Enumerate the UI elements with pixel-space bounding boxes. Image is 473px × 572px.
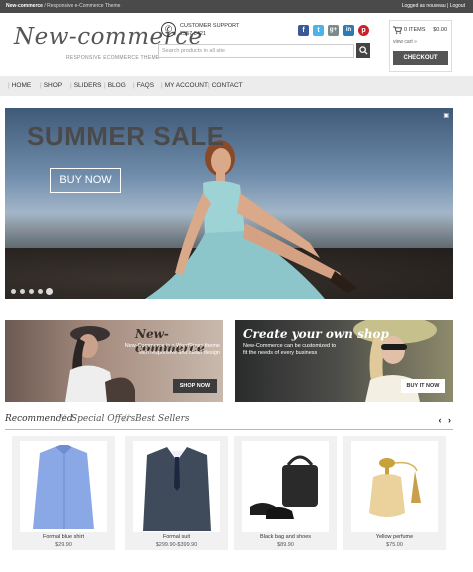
promo-title-2: Create your own shop: [243, 327, 389, 341]
promo-banner-create-shop[interactable]: Create your own shop New-Commerce can be…: [235, 320, 453, 402]
main-nav: HOME SHOP SLIDERS BLOG FAQS MY ACCOUNT C…: [0, 76, 473, 96]
nav-item-faqs[interactable]: FAQS: [133, 76, 154, 96]
product-price: $299.90-$399.90: [155, 542, 198, 548]
promo-banner-newcommerce[interactable]: New-commerce New-Commerce is a WordPress…: [5, 320, 223, 402]
tab-separator: //: [59, 414, 66, 424]
nav-item-contact[interactable]: CONTACT: [208, 76, 243, 96]
top-bar: New-commerce / Responsive e-Commerce The…: [0, 0, 473, 13]
hero-buy-now-button[interactable]: BUY NOW: [50, 168, 121, 193]
nav-item-shop[interactable]: SHOP: [40, 76, 62, 96]
phone-icon: ✆: [161, 22, 176, 37]
tab-best-sellers[interactable]: Best Sellers: [135, 414, 190, 424]
product-price: $89.90: [277, 542, 294, 548]
google-plus-icon[interactable]: g+: [328, 25, 339, 36]
nav-item-sliders[interactable]: SLIDERS: [70, 76, 102, 96]
checkout-button[interactable]: CHECKOUT: [393, 51, 448, 65]
hero-slider[interactable]: SUMMER SALE BUY NOW ▣: [5, 108, 453, 299]
product-card[interactable]: Formal suit $299.90-$399.90: [125, 436, 228, 550]
topbar-site-info: New-commerce / Responsive e-Commerce The…: [6, 0, 120, 13]
buy-it-now-button[interactable]: BUY IT NOW: [401, 379, 445, 393]
product-image[interactable]: [242, 441, 329, 532]
product-image[interactable]: [351, 441, 438, 532]
tab-separator: //: [123, 414, 130, 424]
product-tabs: Recommended // Special Offers // Best Se…: [5, 414, 453, 430]
promo-text-2: New-Commerce can be customized to fit th…: [243, 343, 337, 356]
site-tagline: RESPONSIVE ECOMMERCE THEME: [66, 55, 160, 61]
linkedin-icon[interactable]: in: [343, 25, 354, 36]
product-image[interactable]: [20, 441, 107, 532]
cart-total: $0.00: [433, 27, 447, 33]
topbar-tagline: Responsive e-Commerce Theme: [47, 3, 121, 9]
search-icon: [358, 46, 368, 55]
pinterest-icon[interactable]: p: [358, 25, 369, 36]
slider-dot-active[interactable]: [46, 288, 53, 295]
view-cart-link[interactable]: view cart »: [393, 39, 417, 45]
cart-item-count: 0 ITEMS: [404, 27, 426, 33]
cart-icon[interactable]: [393, 26, 403, 36]
product-name[interactable]: Yellow perfume: [343, 534, 446, 540]
promo-text-1: New-Commerce is a WordPress theme with r…: [124, 343, 220, 356]
slider-dot[interactable]: [20, 289, 25, 294]
product-card[interactable]: Black bag and shoes $89.90: [234, 436, 337, 550]
login-status[interactable]: Logged as nouveau | Logout: [402, 0, 465, 13]
customer-support: ✆ CUSTOMER SUPPORT 2357 8421: [161, 22, 321, 40]
chevron-right-icon[interactable]: ›: [448, 415, 451, 425]
product-price: $29.90: [55, 542, 72, 548]
hero-title: SUMMER SALE: [27, 121, 225, 151]
mini-cart: 0 ITEMS $0.00 view cart » CHECKOUT: [389, 20, 452, 72]
facebook-icon[interactable]: f: [298, 25, 309, 36]
chevron-left-icon[interactable]: ‹: [438, 415, 441, 425]
search-button[interactable]: [356, 43, 370, 58]
topbar-site-name[interactable]: New-commerce: [6, 3, 43, 9]
shop-now-button[interactable]: SHOP NOW: [173, 379, 217, 393]
nav-item-home[interactable]: HOME: [8, 76, 32, 96]
product-price: $75.00: [386, 542, 403, 548]
slider-corner-icon[interactable]: ▣: [443, 112, 449, 119]
product-name[interactable]: Formal blue shirt: [12, 534, 115, 540]
carousel-arrows: ‹ ›: [438, 415, 451, 425]
support-label: CUSTOMER SUPPORT: [180, 23, 240, 29]
product-image[interactable]: [133, 441, 220, 532]
product-card[interactable]: Yellow perfume $75.00: [343, 436, 446, 550]
promo-model-image-1: [65, 326, 135, 402]
nav-item-my-account[interactable]: MY ACCOUNT: [161, 76, 208, 96]
slider-dot[interactable]: [38, 289, 43, 294]
support-number: 2357 8421: [180, 31, 206, 37]
nav-item-blog[interactable]: BLOG: [104, 76, 126, 96]
product-name[interactable]: Formal suit: [125, 534, 228, 540]
product-name[interactable]: Black bag and shoes: [234, 534, 337, 540]
search-input[interactable]: Search products in all site: [158, 44, 354, 58]
slider-dot[interactable]: [29, 289, 34, 294]
slider-dot[interactable]: [11, 289, 16, 294]
product-card[interactable]: Formal blue shirt $29.90: [12, 436, 115, 550]
twitter-icon[interactable]: t: [313, 25, 324, 36]
